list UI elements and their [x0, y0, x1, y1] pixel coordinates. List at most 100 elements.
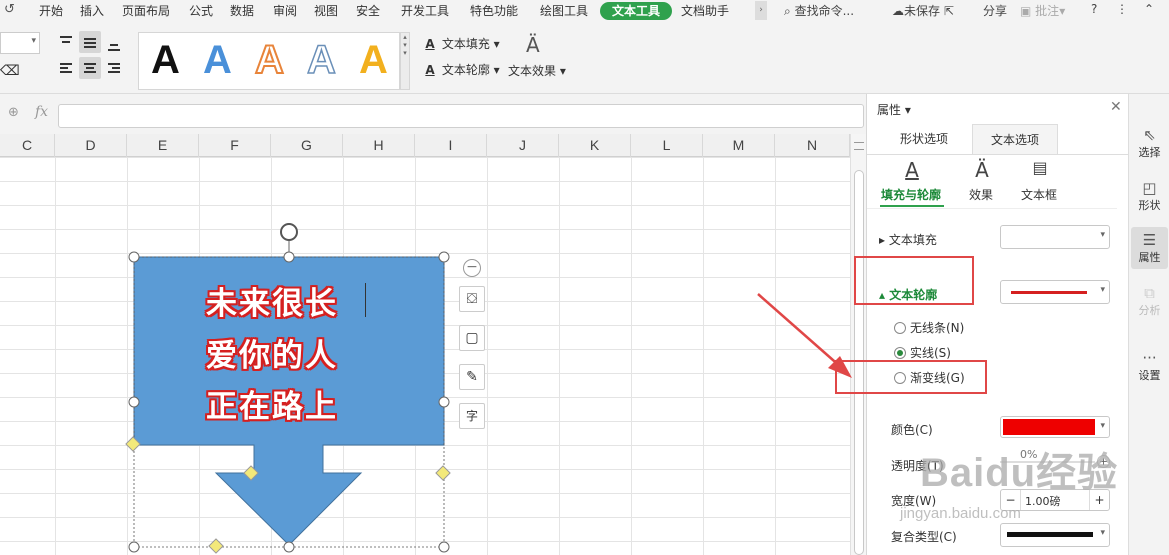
tab-developer[interactable]: 开发工具 [401, 2, 449, 20]
tab-data[interactable]: 数据 [230, 2, 254, 20]
compound-type-dropdown[interactable] [1000, 523, 1110, 547]
share-button[interactable]: 分享 [983, 2, 1007, 19]
outline-icon[interactable]: ▢ [459, 325, 485, 351]
align-left-icon[interactable] [55, 57, 77, 79]
wordart-style-blue-outline[interactable]: A [306, 37, 336, 83]
tabs-more-icon[interactable]: › [755, 1, 767, 20]
no-line-radio[interactable]: 无线条(N) [894, 319, 964, 336]
scroll-grip-icon [854, 142, 864, 150]
subtab-textbox[interactable]: 文本框 [1021, 186, 1057, 203]
tab-drawing-tools[interactable]: 绘图工具 [540, 2, 588, 20]
settings-tool[interactable]: ··· 设置 [1131, 349, 1168, 383]
help-icon[interactable]: ? [1091, 2, 1097, 16]
align-middle-icon[interactable] [79, 31, 101, 53]
subtab-fill-outline[interactable]: 填充与轮廓 [881, 186, 941, 203]
width-stepper[interactable]: − 1.00磅 + [1000, 489, 1110, 511]
column-header[interactable]: I [415, 134, 487, 157]
shape-style-icon[interactable]: ⛋ [459, 286, 485, 312]
shape-text-line[interactable]: 爱你的人 [206, 330, 376, 375]
tab-view[interactable]: 视图 [314, 2, 338, 20]
text-effect-button[interactable]: 文本效果 ▾ [508, 62, 566, 79]
undo-icon[interactable]: ↺ [4, 2, 15, 17]
tab-security[interactable]: 安全 [356, 2, 380, 20]
column-header[interactable]: E [127, 134, 199, 157]
column-header[interactable]: C [0, 134, 55, 157]
subtab-effects[interactable]: 效果 [969, 186, 993, 203]
collapse-icon[interactable]: − [463, 259, 481, 277]
wordart-style-orange-outline[interactable]: A [254, 37, 285, 83]
search-command[interactable]: ⌕ 查找命令... [784, 2, 854, 19]
text-effect-icon[interactable]: Ä [526, 33, 540, 57]
effects-icon[interactable]: Ä [967, 158, 997, 182]
wordart-style-blue[interactable]: A [203, 37, 232, 83]
column-header[interactable]: G [271, 134, 343, 157]
text-fill-dropdown[interactable] [1000, 225, 1110, 249]
text-outline-dropdown[interactable] [1000, 280, 1110, 304]
eraser-icon[interactable]: ⌫ [0, 63, 20, 79]
column-header[interactable]: H [343, 134, 415, 157]
column-header[interactable]: D [55, 134, 127, 157]
close-icon[interactable]: ✕ [1110, 99, 1122, 115]
function-icon[interactable]: fx [35, 104, 48, 120]
brush-icon[interactable]: ✎ [459, 364, 485, 390]
tab-text-tools[interactable]: 文本工具 [600, 2, 673, 20]
tab-features[interactable]: 特色功能 [470, 2, 518, 20]
align-bottom-icon[interactable] [103, 31, 125, 53]
transparency-value[interactable]: 0% [1020, 448, 1037, 461]
properties-tool[interactable]: ☰ 属性 [1131, 227, 1168, 269]
plus-icon[interactable]: + [1089, 490, 1109, 510]
zoom-icon[interactable]: ⊕ [8, 105, 19, 120]
tab-review[interactable]: 审阅 [273, 2, 297, 20]
transparency-slider[interactable] [1000, 461, 1095, 463]
solid-line-radio[interactable]: 实线(S) [894, 344, 951, 361]
transparency-plus-icon[interactable]: + [1097, 455, 1110, 468]
font-size-select[interactable] [0, 32, 40, 54]
column-header[interactable]: J [487, 134, 559, 157]
shape-text-line[interactable]: 正在路上 [206, 381, 376, 426]
resize-handle [128, 396, 140, 408]
align-top-icon[interactable] [55, 31, 77, 53]
tab-home[interactable]: 开始 [39, 2, 63, 20]
radio-checked-icon [894, 347, 906, 359]
column-header[interactable]: L [631, 134, 703, 157]
align-right-icon[interactable] [103, 57, 125, 79]
shape-text-line[interactable]: 未来很长 [206, 278, 376, 323]
tab-shape-options[interactable]: 形状选项 [882, 124, 966, 154]
shape-tool[interactable]: ◰ 形状 [1131, 179, 1168, 213]
text-fill-button[interactable]: A 文本填充 ▾ [422, 35, 499, 52]
column-header[interactable]: M [703, 134, 775, 157]
panel-title[interactable]: 属性 ▾ [877, 101, 911, 118]
tab-doc-assistant[interactable]: 文档助手 [681, 2, 729, 20]
wordart-style-black[interactable]: A [151, 37, 180, 83]
grid-line [487, 157, 488, 555]
tab-insert[interactable]: 插入 [80, 2, 104, 20]
adjust-handle [435, 465, 451, 481]
column-header[interactable]: F [199, 134, 271, 157]
align-center-icon[interactable] [79, 57, 101, 79]
grid-line [631, 157, 632, 555]
unsaved-button[interactable]: ☁未保存 ⇱ [892, 2, 954, 19]
formula-input[interactable] [58, 104, 864, 128]
text-fill-section[interactable]: ▸ 文本填充 [879, 231, 937, 248]
column-header[interactable]: K [559, 134, 631, 157]
annotate-button[interactable]: ▣ 批注▾ [1020, 2, 1065, 19]
rotate-handle [280, 223, 298, 241]
fill-outline-icon[interactable]: A [897, 158, 927, 182]
minus-icon[interactable]: − [1001, 490, 1021, 510]
width-value[interactable]: 1.00磅 [1025, 493, 1061, 509]
more-options-icon[interactable]: ⋮ [1116, 2, 1128, 16]
textbox-icon[interactable]: ▤ [1025, 158, 1055, 177]
collapse-ribbon-icon[interactable]: ⌃ [1144, 2, 1154, 16]
tab-formulas[interactable]: 公式 [189, 2, 213, 20]
analysis-tool[interactable]: ⧉ 分析 [1131, 284, 1168, 318]
tab-text-options[interactable]: 文本选项 [972, 124, 1058, 154]
column-header[interactable]: N [775, 134, 850, 157]
color-dropdown[interactable] [1000, 416, 1110, 438]
expand-icon: ▸ [879, 233, 886, 247]
text-outline-button[interactable]: A 文本轮廓 ▾ [422, 61, 499, 78]
wordart-style-gold[interactable]: A [359, 37, 388, 83]
wordart-scroll[interactable]: ▴ ▾ ▾ [400, 32, 410, 90]
tab-page-layout[interactable]: 页面布局 [122, 2, 170, 20]
text-icon[interactable]: 字 [459, 403, 485, 429]
select-tool[interactable]: ⇖ 选择 [1131, 126, 1168, 160]
